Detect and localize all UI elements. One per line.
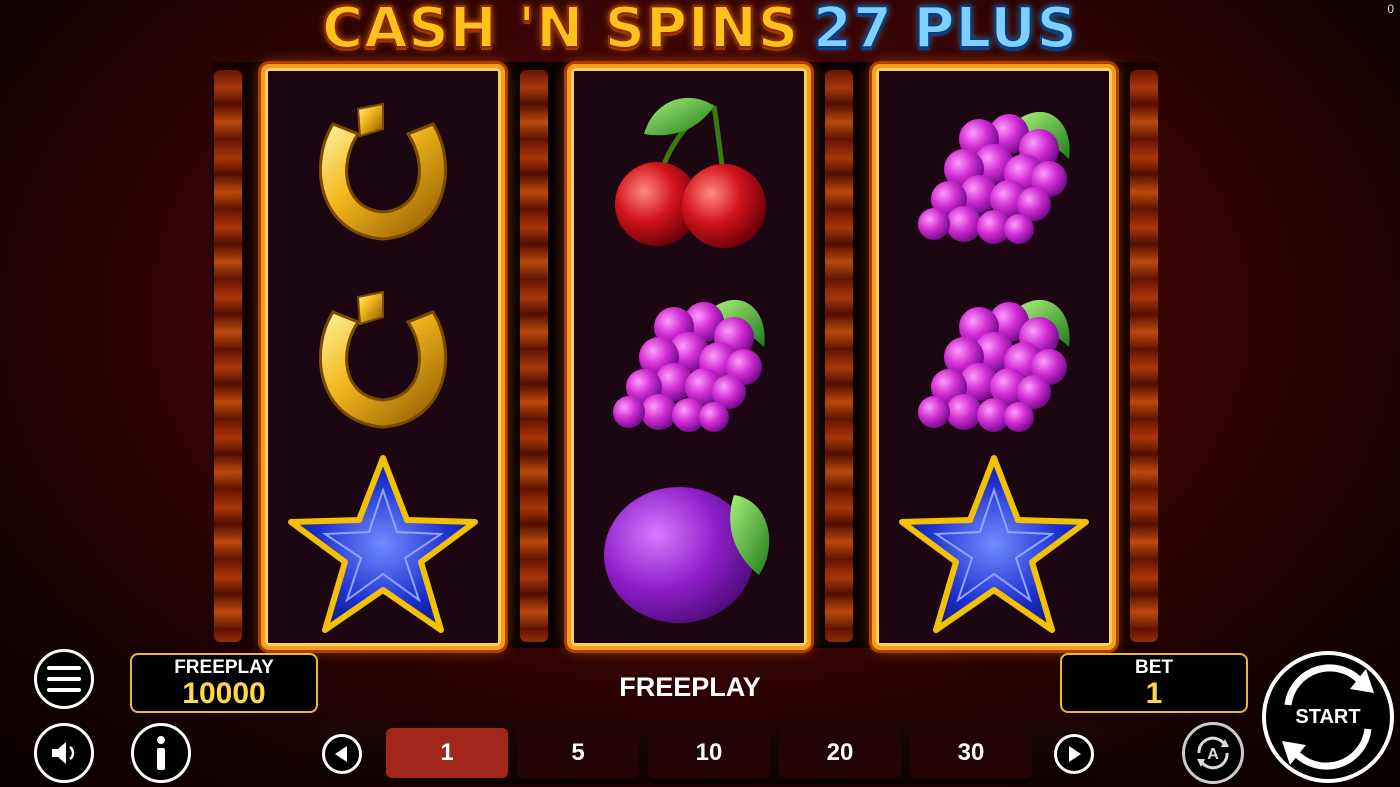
balance-value: 10000 — [182, 677, 266, 710]
bet-option-30[interactable]: 30 — [910, 728, 1032, 778]
title-plus: 27 PLUS — [812, 0, 1079, 62]
status-text: FREEPLAY — [619, 672, 761, 702]
balance-box: FREEPLAY 10000 — [130, 653, 318, 713]
grapes-icon — [882, 74, 1106, 264]
start-button[interactable]: START — [1262, 651, 1394, 783]
plum-icon — [577, 450, 801, 640]
bet-option-20[interactable]: 20 — [779, 728, 901, 778]
bet-option-10[interactable]: 10 — [648, 728, 770, 778]
horseshoe-icon — [271, 262, 495, 452]
start-label: START — [1295, 705, 1361, 728]
menu-button[interactable] — [34, 649, 94, 709]
bet-label: BET — [1135, 657, 1173, 678]
reel-3 — [872, 64, 1116, 650]
reel-1 — [261, 64, 505, 650]
grapes-icon — [577, 262, 801, 452]
grapes-icon — [882, 262, 1106, 452]
bet-option-5[interactable]: 5 — [517, 728, 639, 778]
flame-divider — [520, 70, 548, 642]
title-main: CASH 'N SPINS — [321, 0, 800, 62]
cherries-icon — [577, 74, 801, 264]
bet-option-1[interactable]: 1 — [386, 728, 508, 778]
bet-value: 1 — [1145, 677, 1163, 710]
info-button[interactable] — [131, 723, 191, 783]
sound-icon — [52, 742, 75, 764]
flame-divider — [214, 70, 242, 642]
autoplay-button[interactable]: A — [1182, 722, 1244, 784]
arrow-left-icon — [335, 746, 347, 762]
bet-box: BET 1 — [1060, 653, 1248, 713]
game-title: CASH 'N SPINS 27 PLUS — [0, 0, 1400, 62]
bet-next-button[interactable] — [1054, 734, 1094, 774]
balance-label: FREEPLAY — [174, 657, 274, 678]
bet-prev-button[interactable] — [322, 734, 362, 774]
menu-icon — [47, 666, 81, 692]
bet-selector: 1 5 10 20 30 — [308, 722, 1113, 784]
sound-button[interactable] — [34, 723, 94, 783]
arrow-right-icon — [1069, 746, 1081, 762]
flame-divider — [825, 70, 853, 642]
svg-text:A: A — [1207, 746, 1219, 763]
info-icon — [157, 736, 165, 770]
autoplay-icon: A — [1197, 736, 1229, 770]
reel-2 — [567, 64, 811, 650]
blue-star-icon — [882, 450, 1106, 640]
blue-star-icon — [271, 450, 495, 640]
horseshoe-icon — [271, 74, 495, 264]
flame-divider — [1130, 70, 1158, 642]
